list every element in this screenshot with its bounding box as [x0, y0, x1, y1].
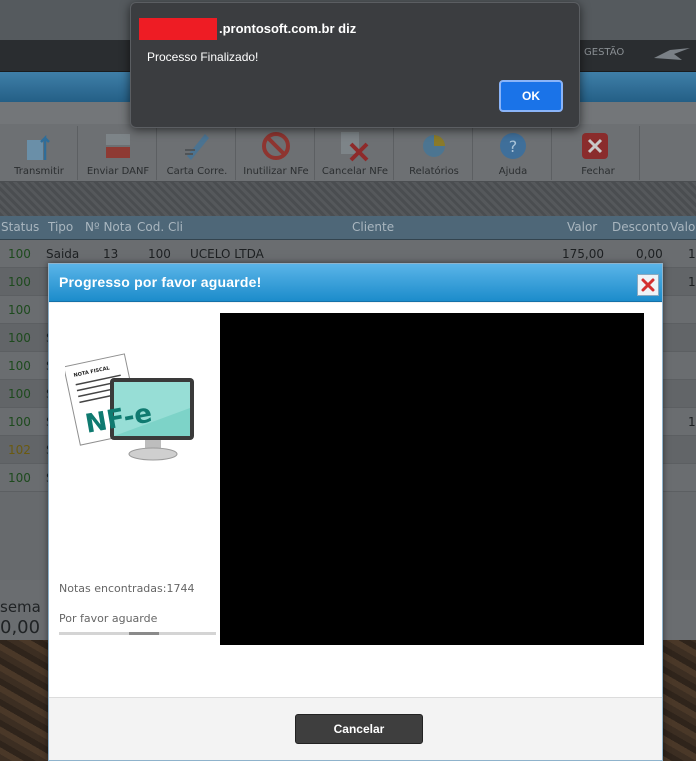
nfe-monitor-icon: NOTA FISCAL NF-e [65, 353, 194, 461]
x-mark-icon [341, 132, 369, 162]
redacted-domain [139, 18, 217, 40]
upload-icon [27, 134, 50, 160]
cancel-nfe-button[interactable]: Cancelar NFe [316, 126, 394, 180]
toolbar-label: Inutilizar NFe [243, 166, 309, 177]
close-icon [641, 278, 655, 292]
dialog-body: NOTA FISCAL NF-e Notas encontradas:1744 … [49, 303, 662, 719]
column-header[interactable]: Status [1, 220, 39, 234]
pen-icon [185, 134, 209, 160]
dialog-header: Progresso por favor aguarde! [49, 264, 662, 302]
column-header[interactable]: Cod. Cli [137, 220, 183, 234]
reports-button[interactable]: Relatórios [395, 126, 473, 180]
cell-status: 100 [8, 331, 31, 345]
toolbar-label: Fechar [581, 166, 615, 177]
pie-chart-icon [423, 135, 445, 157]
transmit-button[interactable]: Transmitir [0, 126, 78, 180]
column-header[interactable]: Tipo [48, 220, 73, 234]
column-header[interactable]: Nº Nota [85, 220, 132, 234]
cell-valo: 1 [688, 247, 696, 261]
browser-alert-dialog: .prontosoft.com.br diz Processo Finaliza… [130, 2, 580, 128]
cell-status: 100 [8, 471, 31, 485]
toolbar-label: Cancelar NFe [321, 166, 389, 177]
help-icon: ? [500, 133, 526, 159]
cell-status: 100 [8, 303, 31, 317]
ok-button[interactable]: OK [499, 80, 563, 112]
column-header[interactable]: Valo [670, 220, 695, 234]
column-header[interactable]: Desconto [612, 220, 668, 234]
toolbar-label: Carta Corre. [166, 166, 228, 177]
notes-found-label: Notas encontradas:1744 [59, 582, 195, 595]
column-header[interactable]: Cliente [352, 220, 394, 234]
filter-area [0, 182, 696, 216]
disable-nfe-button[interactable]: Inutilizar NFe [237, 126, 315, 180]
cell-status: 100 [8, 359, 31, 373]
cell-nota: 13 [103, 247, 119, 261]
totals-value: 0,00 [0, 617, 41, 638]
cell-status: 100 [8, 415, 31, 429]
cell-desconto: 0,00 [636, 247, 663, 261]
totals-label: sema [0, 598, 41, 616]
menu-item-gestao[interactable]: GESTÃO [584, 47, 624, 58]
dialog-title: Progresso por favor aguarde! [59, 274, 262, 290]
help-button[interactable]: ? Ajuda [474, 126, 552, 180]
progress-dialog: Progresso por favor aguarde! NOTA FISCAL… [48, 263, 663, 761]
cell-status: 100 [8, 247, 31, 261]
svg-text:?: ? [509, 137, 518, 156]
please-wait-label: Por favor aguarde [59, 612, 158, 625]
cell-status: 102 [8, 443, 31, 457]
cell-status: 100 [8, 275, 31, 289]
dialog-close-button[interactable] [637, 274, 659, 296]
cell-valo: 1 [688, 275, 696, 289]
cell-cod: 100 [148, 247, 171, 261]
toolbar-label: Ajuda [498, 166, 528, 177]
alert-message: Processo Finalizado! [147, 50, 259, 64]
dialog-footer: Cancelar [49, 697, 662, 760]
brand-logo-icon [654, 48, 690, 60]
table-header: Status Tipo Nº Nota Cod. Cli Cliente Val… [0, 216, 696, 240]
cell-status: 100 [8, 387, 31, 401]
forbidden-icon [262, 132, 290, 160]
toolbar: Transmitir Enviar DANF Carta Corre. Inut… [0, 124, 696, 182]
close-app-button[interactable]: Fechar [556, 126, 640, 180]
correction-letter-button[interactable]: Carta Corre. [158, 126, 236, 180]
toolbar-label: Enviar DANF [86, 166, 150, 177]
send-danfe-button[interactable]: Enviar DANF [79, 126, 157, 180]
log-console [220, 313, 644, 645]
xml-pdf-icon [106, 134, 130, 158]
cell-cliente: UCELO LTDA [190, 247, 264, 261]
indeterminate-progress-bar [59, 632, 216, 635]
column-header[interactable]: Valor [567, 220, 597, 234]
cell-tipo: Saida [46, 247, 80, 261]
cell-valo: 1 [688, 415, 696, 429]
cancel-button[interactable]: Cancelar [295, 714, 423, 744]
toolbar-label: Transmitir [14, 166, 64, 177]
indeterminate-progress-fill [129, 632, 159, 635]
close-icon [582, 133, 608, 159]
toolbar-label: Relatórios [409, 166, 459, 177]
cell-valor: 175,00 [562, 247, 604, 261]
alert-origin: .prontosoft.com.br diz [219, 21, 357, 36]
